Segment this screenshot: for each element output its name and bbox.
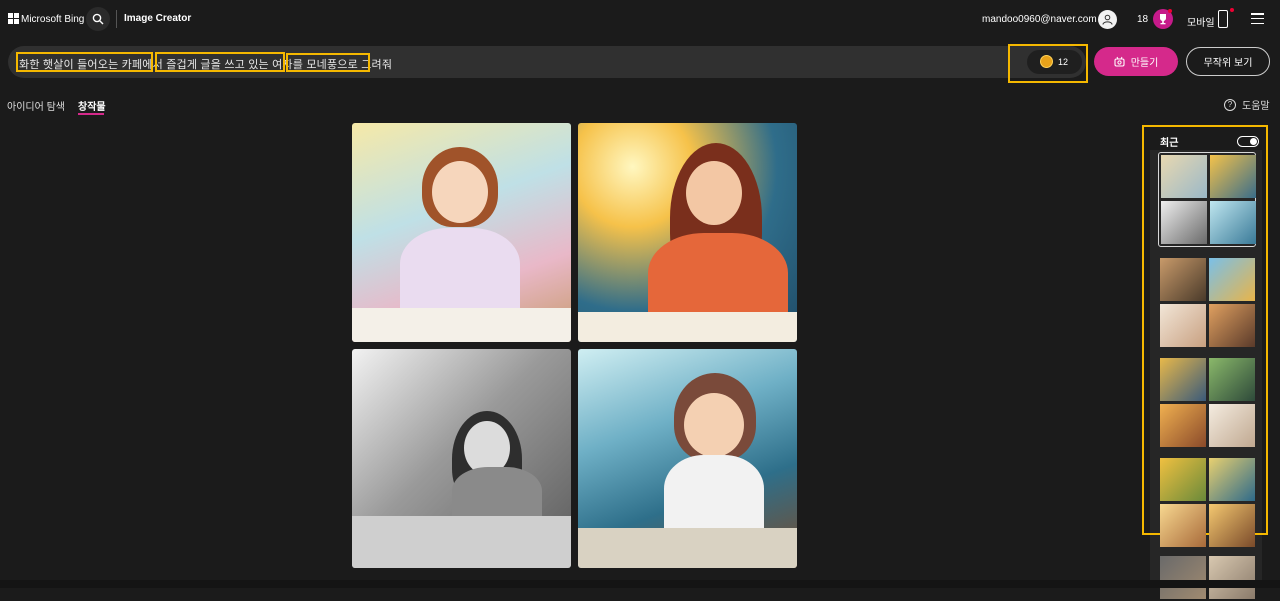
recent-thumb [1160,556,1206,599]
mobile-label[interactable]: 모바일 [1187,14,1215,29]
tab-creations[interactable]: 창작물 [78,98,106,113]
bottom-edge [0,580,1280,588]
generated-image-3[interactable] [352,349,571,568]
help-icon: ? [1224,98,1236,111]
phone-icon[interactable] [1218,10,1228,28]
coin-icon [1040,55,1053,68]
generated-image-2[interactable] [578,123,797,342]
menu-icon[interactable] [1251,13,1264,24]
recent-thumb [1209,358,1255,401]
search-icon [92,13,104,25]
account-email[interactable]: mandoo0960@naver.com [982,14,1097,25]
recent-thumb [1209,504,1255,547]
avatar[interactable] [1098,10,1117,29]
trophy-icon [1160,14,1166,25]
tab-explore[interactable]: 아이디어 탐색 [7,98,65,113]
recent-thumb [1160,404,1206,447]
recent-thumb [1209,258,1255,301]
boost-counter[interactable] [1027,50,1082,74]
brand-name[interactable]: Microsoft Bing [21,14,84,25]
recent-thumb [1161,201,1207,244]
active-tab-indicator [78,113,104,115]
help-label: 도움말 [1242,101,1270,112]
search-button[interactable] [86,7,110,31]
create-button[interactable]: 만들기 [1094,47,1178,76]
recent-thumb [1209,304,1255,347]
recent-title: 최근 [1160,138,1179,149]
recent-thumb [1161,155,1207,198]
highlight-box-2 [155,52,285,72]
help-link[interactable]: ? 도움말 [1224,97,1270,112]
recent-thumb [1209,556,1255,599]
recent-group-3[interactable] [1158,356,1256,449]
boost-count: 12 [1058,57,1069,67]
header-divider [116,10,117,28]
create-icon [1114,56,1125,67]
recent-thumb [1209,458,1255,501]
recent-thumb [1160,504,1206,547]
recent-thumb [1210,201,1256,244]
recent-thumb [1160,358,1206,401]
recent-group-4[interactable] [1158,456,1256,549]
recent-group-1[interactable] [1158,152,1256,247]
create-label: 만들기 [1130,58,1159,69]
windows-logo-icon[interactable] [8,13,19,24]
generated-image-4[interactable] [578,349,797,568]
highlight-box-3 [286,53,370,72]
recent-thumb [1209,404,1255,447]
recent-group-2[interactable] [1158,256,1256,349]
recent-thumb [1160,258,1206,301]
recent-toggle[interactable] [1237,136,1259,147]
recent-thumb [1160,458,1206,501]
recent-group-5[interactable] [1158,554,1256,601]
app-title[interactable]: Image Creator [124,13,191,24]
top-bar: Microsoft Bing Image Creator mandoo0960@… [0,0,1280,40]
recent-thumb [1160,304,1206,347]
highlight-box-1 [16,52,153,72]
rewards-count[interactable]: 18 [1137,14,1148,25]
recent-thumb [1210,155,1256,198]
rewards-notification-dot [1168,9,1172,13]
mobile-notification-dot [1230,8,1234,12]
surprise-label: 무작위 보기 [1203,58,1253,69]
user-icon [1102,14,1113,25]
generated-image-1[interactable] [352,123,571,342]
surprise-me-button[interactable]: 무작위 보기 [1186,47,1270,76]
